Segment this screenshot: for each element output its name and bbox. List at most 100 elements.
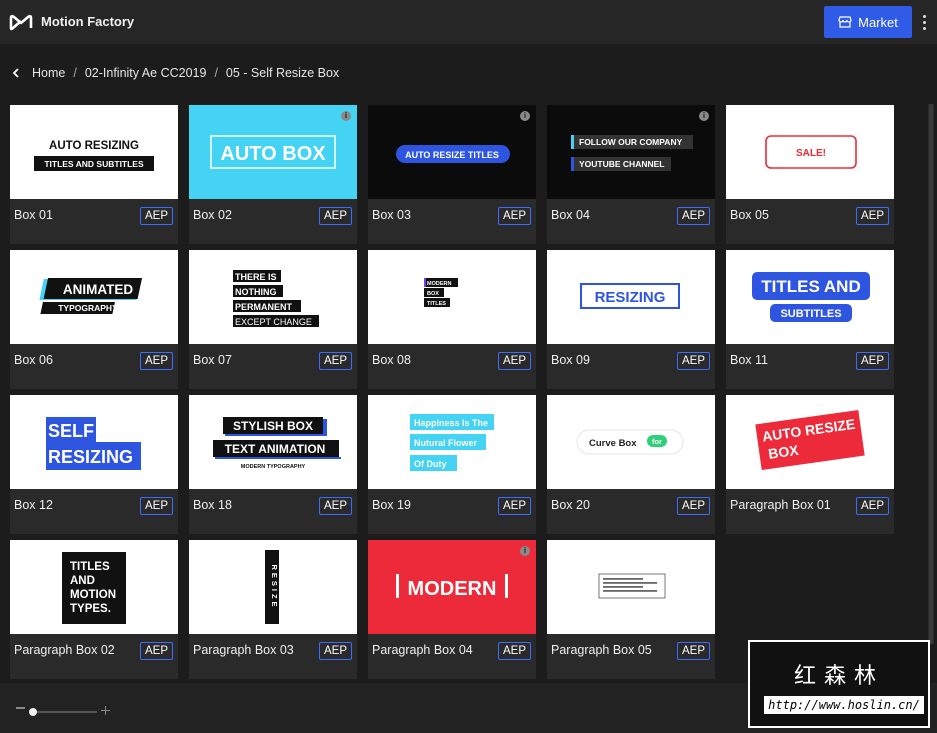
thumbnail-art: Happiness Is The Nutural Flower Of Duty <box>410 414 494 471</box>
template-thumbnail[interactable]: Happiness Is The Nutural Flower Of Duty <box>368 395 536 489</box>
scrollbar-thumb[interactable] <box>929 104 933 644</box>
template-thumbnail[interactable]: THERE IS NOTHING PERMANENT EXCEPT CHANGE <box>189 250 357 344</box>
watermark: 红森林 http://www.hoslin.cn/ <box>748 640 930 728</box>
template-card[interactable]: THERE IS NOTHING PERMANENT EXCEPT CHANGE Box… <box>189 250 357 389</box>
template-card[interactable]: RESIZING Box 09 AEP <box>547 250 715 389</box>
thumbnail-shape <box>603 582 657 584</box>
aep-badge[interactable]: AEP <box>318 207 352 225</box>
template-card-label: Paragraph Box 05 <box>551 643 652 657</box>
thumbnail-art: THERE IS NOTHING PERMANENT EXCEPT CHANGE <box>233 270 319 327</box>
zoom-slider[interactable] <box>30 711 97 713</box>
thumbnail-text: THERE IS <box>235 272 277 282</box>
info-icon[interactable]: i <box>341 111 351 121</box>
template-thumbnail[interactable] <box>547 540 715 634</box>
template-card[interactable]: AUTO BOX i Box 02 AEP <box>189 105 357 244</box>
breadcrumb: Home / 02-Infinity Ae CC2019 / 05 - Self… <box>0 44 937 102</box>
template-card-label: Box 09 <box>551 353 590 367</box>
template-card[interactable]: Happiness Is The Nutural Flower Of Duty Box… <box>368 395 536 534</box>
template-thumbnail[interactable]: TITLES AND MOTION TYPES. <box>10 540 178 634</box>
template-thumbnail[interactable]: TITLES AND SUBTITLES <box>726 250 894 344</box>
template-thumbnail[interactable]: FOLLOW OUR COMPANY YOUTUBE CHANNEL i <box>547 105 715 199</box>
aep-badge[interactable]: AEP <box>676 497 710 515</box>
thumbnail-text: YOUTUBE CHANNEL <box>579 159 664 169</box>
template-thumbnail[interactable]: STYLISH BOX TEXT ANIMATION MODERN TYPOGRAP… <box>189 395 357 489</box>
template-card[interactable]: SALE! Box 05 AEP <box>726 105 894 244</box>
aep-badge[interactable]: AEP <box>318 642 352 660</box>
aep-badge[interactable]: AEP <box>497 642 531 660</box>
zoom-in-icon[interactable] <box>101 706 110 715</box>
thumbnail-text: TITLES <box>427 301 446 307</box>
aep-badge[interactable]: AEP <box>497 352 531 370</box>
thumbnail-text: RESIZE <box>270 564 279 609</box>
store-icon <box>838 16 852 28</box>
info-icon[interactable]: i <box>699 111 709 121</box>
template-thumbnail[interactable]: ANIMATED TYPOGRAPHY <box>10 250 178 344</box>
thumbnail-art: STYLISH BOX TEXT ANIMATION MODERN TYPOGRAP… <box>213 417 341 470</box>
zoom-out-icon[interactable] <box>16 707 25 709</box>
template-card-label: Box 06 <box>14 353 53 367</box>
thumbnail-text: ANIMATED <box>63 282 133 297</box>
aep-badge[interactable]: AEP <box>855 352 889 370</box>
template-thumbnail[interactable]: AUTO BOX i <box>189 105 357 199</box>
thumbnail-text: TITLES AND SUBTITLES <box>44 159 144 169</box>
thumbnail-shape <box>603 578 643 580</box>
template-card[interactable]: AUTO RESIZE TITLES i Box 03 AEP <box>368 105 536 244</box>
thumbnail-art: TITLES AND SUBTITLES <box>752 272 870 322</box>
aep-badge[interactable]: AEP <box>139 497 173 515</box>
market-button[interactable]: Market <box>824 6 912 38</box>
thumbnail-text: SELF <box>48 421 94 441</box>
template-thumbnail[interactable]: MODERN i <box>368 540 536 634</box>
aep-badge[interactable]: AEP <box>676 207 710 225</box>
thumbnail-art: ANIMATED TYPOGRAPHY <box>39 278 143 314</box>
template-card[interactable]: MODERN BOX TITLES Box 08 AEP <box>368 250 536 389</box>
aep-badge[interactable]: AEP <box>497 207 531 225</box>
aep-badge[interactable]: AEP <box>855 497 889 515</box>
template-card[interactable]: TITLES AND MOTION TYPES. Paragraph Box 02 AEP <box>10 540 178 679</box>
template-thumbnail[interactable]: RESIZE <box>189 540 357 634</box>
template-card-label: Box 07 <box>193 353 232 367</box>
watermark-url: http://www.hoslin.cn/ <box>764 696 924 714</box>
aep-badge[interactable]: AEP <box>139 207 173 225</box>
template-card[interactable]: MODERN i Paragraph Box 04 AEP <box>368 540 536 679</box>
template-card[interactable]: Paragraph Box 05 AEP <box>547 540 715 679</box>
template-card[interactable]: FOLLOW OUR COMPANY YOUTUBE CHANNEL i Box 04… <box>547 105 715 244</box>
breadcrumb-home[interactable]: Home <box>32 66 65 80</box>
info-icon[interactable]: i <box>520 546 530 556</box>
template-thumbnail[interactable]: MODERN BOX TITLES <box>368 250 536 344</box>
template-thumbnail[interactable]: SALE! <box>726 105 894 199</box>
aep-badge[interactable]: AEP <box>318 497 352 515</box>
zoom-slider-handle[interactable] <box>29 708 37 716</box>
template-card-label: Box 01 <box>14 208 53 222</box>
back-chevron-icon[interactable] <box>12 68 22 78</box>
template-card-label: Box 03 <box>372 208 411 222</box>
template-thumbnail[interactable]: SELF RESIZING <box>10 395 178 489</box>
template-thumbnail[interactable]: Curve Box for <box>547 395 715 489</box>
template-thumbnail[interactable]: AUTO RESIZING TITLES AND SUBTITLES <box>10 105 178 199</box>
aep-badge[interactable]: AEP <box>676 642 710 660</box>
thumbnail-text: TYPOGRAPHY <box>58 303 118 313</box>
template-card-label: Box 20 <box>551 498 590 512</box>
aep-badge[interactable]: AEP <box>139 642 173 660</box>
template-thumbnail[interactable]: RESIZING <box>547 250 715 344</box>
thumbnail-text: Of Duty <box>414 459 447 469</box>
template-card[interactable]: TITLES AND SUBTITLES Box 11 AEP <box>726 250 894 389</box>
template-thumbnail[interactable]: AUTO RESIZE TITLES i <box>368 105 536 199</box>
more-menu-icon[interactable] <box>918 12 930 32</box>
template-card[interactable]: ANIMATED TYPOGRAPHY Box 06 AEP <box>10 250 178 389</box>
template-card[interactable]: STYLISH BOX TEXT ANIMATION MODERN TYPOGRAP… <box>189 395 357 534</box>
aep-badge[interactable]: AEP <box>855 207 889 225</box>
info-icon[interactable]: i <box>520 111 530 121</box>
template-card[interactable]: SELF RESIZING Box 12 AEP <box>10 395 178 534</box>
thumbnail-text: EXCEPT CHANGE <box>235 317 312 327</box>
thumbnail-text: PERMANENT <box>235 302 293 312</box>
aep-badge[interactable]: AEP <box>318 352 352 370</box>
aep-badge[interactable]: AEP <box>676 352 710 370</box>
template-card[interactable]: Curve Box for Box 20 AEP <box>547 395 715 534</box>
template-card[interactable]: RESIZE Paragraph Box 03 AEP <box>189 540 357 679</box>
template-card[interactable]: AUTO RESIZING TITLES AND SUBTITLES Box 01 A… <box>10 105 178 244</box>
aep-badge[interactable]: AEP <box>139 352 173 370</box>
aep-badge[interactable]: AEP <box>497 497 531 515</box>
breadcrumb-folder[interactable]: 02-Infinity Ae CC2019 <box>85 66 207 80</box>
template-card[interactable]: AUTO RESIZE BOX Paragraph Box 01 AEP <box>726 395 894 534</box>
template-thumbnail[interactable]: AUTO RESIZE BOX <box>726 395 894 489</box>
